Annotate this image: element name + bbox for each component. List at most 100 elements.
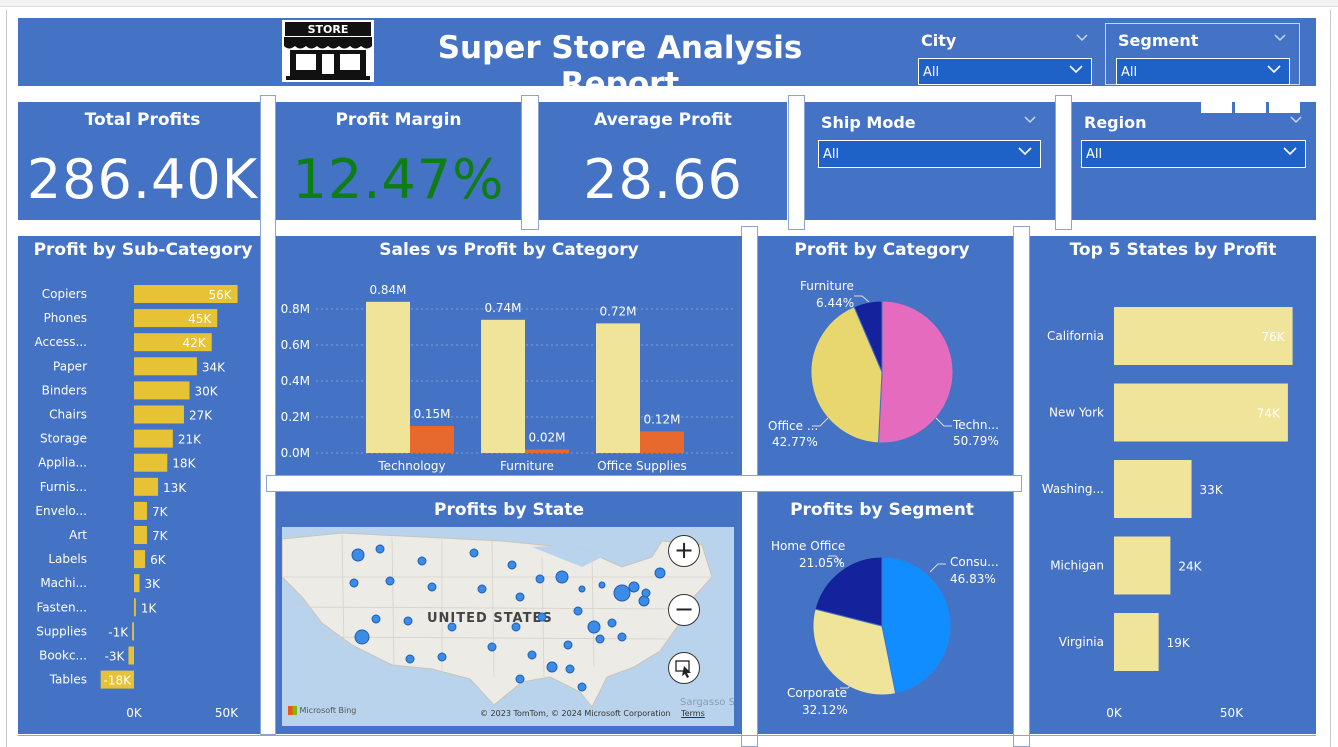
map-terms-link[interactable]: Terms	[681, 709, 705, 718]
profit-category-pie-chart: Techn... 50.79% Office ... 42.77% Furniture 6…	[768, 279, 999, 449]
data-label: 0.84M	[369, 283, 406, 297]
segment-pie-chart: Consu... 46.83% Corporate 32.12% Home Office…	[771, 539, 999, 717]
report-title: Super Store Analysis Report	[437, 30, 803, 102]
store-logo: STORE	[282, 20, 374, 82]
slice-pct: 46.83%	[950, 572, 996, 586]
y-tick-label: 0.8M	[281, 302, 310, 316]
bar	[134, 550, 146, 569]
slice-label: Corporate	[787, 686, 847, 700]
category-label: Art	[69, 528, 87, 542]
map-country-label: UNITED STATES	[427, 611, 553, 626]
bar	[134, 357, 197, 376]
visual-action-button-2[interactable]	[1235, 86, 1266, 113]
sales-profit-chart-title: Sales vs Profit by Category	[379, 240, 639, 260]
segment-slicer-more-icon[interactable]	[1274, 34, 1286, 42]
data-label: 0.15M	[413, 407, 450, 421]
cursor-select-icon	[675, 660, 691, 678]
visual-action-button-3[interactable]	[1269, 86, 1300, 113]
segment-dropdown[interactable]: All	[1116, 58, 1290, 85]
slice-pct: 32.12%	[802, 703, 848, 717]
subcategory-chart-title: Profit by Sub-Category	[33, 240, 253, 260]
y-tick-label: 0.4M	[281, 374, 310, 388]
region-dropdown[interactable]: All	[1081, 140, 1306, 168]
ship-mode-slicer-more-icon[interactable]	[1024, 116, 1036, 124]
slice-label: Techn...	[952, 418, 999, 432]
bar	[134, 453, 168, 472]
map-credits-text: © 2023 TomTom, © 2024 Microsoft Corporat…	[480, 709, 671, 718]
kpi-total-profits-label: Total Profits	[84, 110, 201, 130]
category-label: Office Supplies	[597, 459, 687, 473]
top-states-chart-title: Top 5 States by Profit	[1069, 240, 1277, 260]
data-label: 13K	[163, 481, 187, 495]
category-label: Envelo...	[35, 504, 87, 518]
bar	[134, 381, 190, 400]
bar	[134, 477, 159, 496]
city-slicer-more-icon[interactable]	[1076, 34, 1088, 42]
slice-label: Office ...	[768, 419, 818, 433]
data-label: 18K	[172, 457, 196, 471]
data-label: 34K	[202, 360, 226, 374]
category-label: Labels	[48, 552, 87, 566]
category-label: Furniture	[500, 459, 554, 473]
top-strip	[0, 0, 1338, 7]
data-label: 3K	[145, 577, 162, 591]
slice-pct: 6.44%	[816, 296, 854, 310]
divider	[266, 475, 1022, 492]
chevron-down-icon	[1018, 147, 1032, 156]
region-slicer-more-icon[interactable]	[1290, 116, 1302, 124]
bar	[134, 598, 136, 617]
data-label: 0.02M	[528, 430, 565, 444]
city-dropdown[interactable]: All	[918, 58, 1092, 85]
bar	[132, 622, 134, 641]
y-tick-label: 0.0M	[281, 446, 310, 460]
category-label: Machi...	[40, 576, 87, 590]
category-label: Access...	[34, 335, 87, 349]
canvas-right-border	[1330, 10, 1331, 747]
data-label: 27K	[189, 409, 213, 423]
category-label: Furnis...	[40, 480, 87, 494]
bar	[134, 526, 147, 544]
profit-category-chart-title: Profit by Category	[794, 240, 970, 260]
data-label: 76K	[1261, 330, 1285, 344]
us-map[interactable]: UNITED STATES Sargasso S + − Microsoft B…	[282, 527, 734, 726]
bar	[1114, 460, 1192, 518]
ship-mode-dropdown[interactable]: All	[818, 140, 1041, 168]
map-zoom-out-button[interactable]: −	[668, 594, 700, 626]
bar	[1114, 536, 1171, 595]
bar	[128, 646, 134, 665]
divider	[521, 95, 539, 230]
pie-slice-consumer	[881, 556, 952, 695]
pie-slice-technology	[877, 300, 954, 444]
category-label: Chairs	[49, 408, 87, 422]
data-label: 0.74M	[484, 301, 521, 315]
bar	[1114, 613, 1159, 671]
map-select-button[interactable]	[668, 652, 700, 684]
chevron-down-icon	[1267, 65, 1281, 74]
category-label: Binders	[42, 383, 87, 397]
bar	[134, 574, 140, 593]
data-label: 0.12M	[643, 412, 680, 426]
map-zoom-in-button[interactable]: +	[668, 535, 700, 567]
category-label: Tables	[49, 673, 87, 687]
ship-mode-dropdown-value: All	[823, 147, 840, 162]
region-slicer-label: Region	[1084, 113, 1147, 132]
region-dropdown-value: All	[1086, 147, 1103, 162]
x-tick-label: 0K	[126, 706, 143, 720]
bing-logo-icon	[288, 706, 297, 715]
category-label: California	[1047, 329, 1104, 343]
logo-text: STORE	[308, 23, 349, 36]
profit-bar	[640, 431, 684, 453]
category-label: Phones	[44, 311, 87, 325]
profit-bar	[410, 426, 454, 453]
kpi-profit-margin-label: Profit Margin	[335, 110, 462, 130]
divider	[260, 95, 276, 735]
data-label: 33K	[1200, 483, 1224, 497]
category-label: Storage	[40, 432, 87, 446]
visual-action-button-1[interactable]	[1201, 86, 1232, 113]
map-credits: © 2023 TomTom, © 2024 Microsoft Corporat…	[480, 709, 705, 718]
x-tick-label: 50K	[1220, 706, 1244, 720]
sales-bar	[481, 319, 525, 453]
slice-label: Furniture	[800, 279, 854, 293]
data-label: 0.72M	[599, 304, 636, 318]
map-title: Profits by State	[434, 500, 584, 520]
